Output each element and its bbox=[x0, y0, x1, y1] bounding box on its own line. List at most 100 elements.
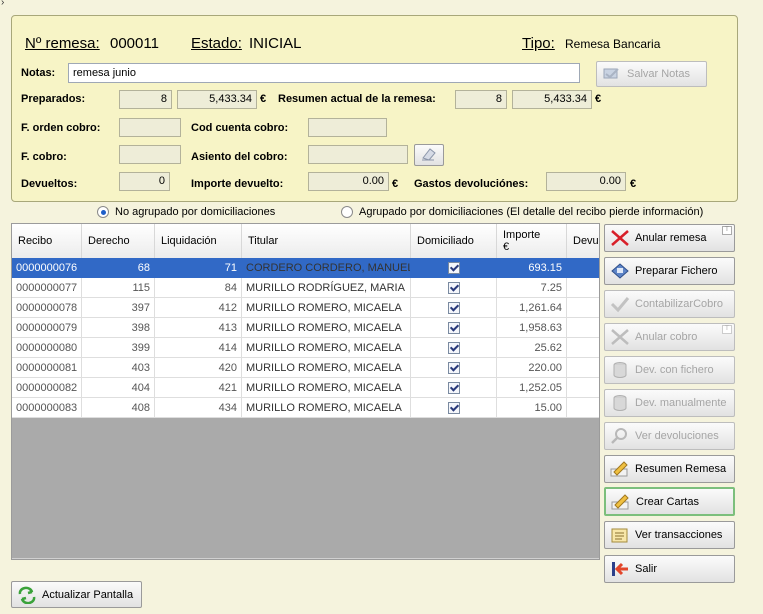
recibos-grid[interactable]: Recibo Derecho Liquidación Titular Domic… bbox=[11, 223, 600, 560]
resumen-remesa-button[interactable]: Resumen Remesa bbox=[604, 455, 735, 483]
table-row[interactable]: 0000000080 399 414 MURILLO ROMERO, MICAE… bbox=[12, 338, 599, 358]
table-row[interactable]: 0000000083 408 434 MURILLO ROMERO, MICAE… bbox=[12, 398, 599, 418]
col-importe[interactable]: Importe € bbox=[497, 224, 567, 258]
resumen-count: 8 bbox=[455, 90, 507, 109]
radio-agrupado[interactable]: Agrupado por domiciliaciones (El detalle… bbox=[341, 206, 703, 218]
cell-domiciliado bbox=[411, 338, 497, 358]
dev-manualmente-button[interactable]: Dev. manualmente bbox=[604, 389, 735, 417]
cell-domiciliado bbox=[411, 318, 497, 338]
tag-icon: T bbox=[722, 226, 732, 235]
salir-button[interactable]: Salir bbox=[604, 555, 735, 583]
table-row[interactable]: 0000000077 115 84 MURILLO RODRÍGUEZ, MAR… bbox=[12, 278, 599, 298]
table-row[interactable]: 0000000076 68 71 CORDERO CORDERO, MANUEL… bbox=[12, 258, 599, 278]
table-row[interactable]: 0000000082 404 421 MURILLO ROMERO, MICAE… bbox=[12, 378, 599, 398]
ver-devoluciones-button[interactable]: Ver devoluciones bbox=[604, 422, 735, 450]
cell-liquidacion: 414 bbox=[155, 338, 242, 358]
cell-importe: 220.00 bbox=[497, 358, 567, 378]
radio-dot-selected bbox=[97, 206, 109, 218]
cell-recibo: 0000000080 bbox=[12, 338, 82, 358]
col-domiciliado[interactable]: Domiciliado bbox=[411, 224, 497, 258]
gastos-currency: € bbox=[630, 178, 637, 190]
salir-label: Salir bbox=[635, 563, 658, 575]
f-cobro-label: F. cobro: bbox=[21, 151, 67, 163]
radio-no-agrupado[interactable]: No agrupado por domiciliaciones bbox=[97, 206, 275, 218]
resumen-remesa-label: Resumen Remesa bbox=[635, 463, 727, 475]
cell-liquidacion: 434 bbox=[155, 398, 242, 418]
pencil-note-icon bbox=[610, 492, 632, 512]
table-row[interactable]: 0000000081 403 420 MURILLO ROMERO, MICAE… bbox=[12, 358, 599, 378]
col-liquidacion[interactable]: Liquidación bbox=[155, 224, 242, 258]
table-row[interactable]: 0000000079 398 413 MURILLO ROMERO, MICAE… bbox=[12, 318, 599, 338]
horizontal-scrollbar[interactable]: ◀ ||| ▶ bbox=[12, 558, 599, 559]
asiento-clear-button[interactable] bbox=[414, 144, 444, 166]
col-derecho[interactable]: Derecho bbox=[82, 224, 155, 258]
cell-liquidacion: 412 bbox=[155, 298, 242, 318]
cell-liquidacion: 84 bbox=[155, 278, 242, 298]
system-menu-glyph: › bbox=[1, 0, 5, 8]
checkbox-domiciliado[interactable] bbox=[447, 302, 460, 314]
preparar-fichero-button[interactable]: Preparar Fichero bbox=[604, 257, 735, 285]
cell-importe: 25.62 bbox=[497, 338, 567, 358]
grid-header: Recibo Derecho Liquidación Titular Domic… bbox=[12, 224, 599, 259]
tipo-label: Tipo: bbox=[522, 35, 555, 52]
cell-titular: MURILLO ROMERO, MICAELA bbox=[242, 338, 411, 358]
eraser-icon bbox=[420, 147, 438, 164]
database-icon bbox=[609, 360, 631, 380]
preparados-label: Preparados: bbox=[21, 93, 86, 105]
col-titular[interactable]: Titular bbox=[242, 224, 411, 258]
anular-remesa-button[interactable]: Anular remesa T bbox=[604, 224, 735, 252]
col-devu[interactable]: Devu bbox=[567, 224, 599, 258]
devueltos-label: Devueltos: bbox=[21, 178, 78, 190]
remesa-info-panel: Nº remesa: 000011 Estado: INICIAL Tipo: … bbox=[11, 15, 738, 202]
notas-label: Notas: bbox=[21, 67, 56, 79]
notas-input[interactable]: remesa junio bbox=[68, 63, 580, 83]
cell-derecho: 399 bbox=[82, 338, 155, 358]
cell-devu bbox=[567, 298, 599, 318]
cell-recibo: 0000000082 bbox=[12, 378, 82, 398]
asiento-field bbox=[308, 145, 408, 164]
salvar-notas-button[interactable]: Salvar Notas bbox=[596, 61, 707, 87]
checkbox-domiciliado[interactable] bbox=[447, 402, 460, 414]
magnifier-icon bbox=[609, 426, 631, 446]
resumen-amount: 5,433.34 bbox=[512, 90, 592, 109]
gastos-label: Gastos devoluciónes: bbox=[414, 178, 529, 190]
crear-cartas-button[interactable]: Crear Cartas bbox=[604, 487, 735, 516]
checkbox-domiciliado[interactable] bbox=[447, 322, 460, 334]
cell-titular: MURILLO RODRÍGUEZ, MARIA bbox=[242, 278, 411, 298]
cell-importe: 693.15 bbox=[497, 258, 567, 278]
checkbox-domiciliado[interactable] bbox=[447, 342, 460, 354]
actualizar-pantalla-label: Actualizar Pantalla bbox=[42, 588, 134, 601]
checkbox-domiciliado[interactable] bbox=[447, 382, 460, 394]
anular-cobro-label: Anular cobro bbox=[635, 331, 698, 343]
cell-devu bbox=[567, 258, 599, 278]
checkbox-domiciliado[interactable] bbox=[447, 282, 460, 294]
cell-recibo: 0000000076 bbox=[12, 258, 82, 278]
col-recibo[interactable]: Recibo bbox=[12, 224, 82, 258]
checkbox-domiciliado[interactable] bbox=[447, 262, 460, 274]
cell-domiciliado bbox=[411, 278, 497, 298]
actualizar-pantalla-button[interactable]: Actualizar Pantalla bbox=[11, 581, 142, 608]
cell-derecho: 403 bbox=[82, 358, 155, 378]
asiento-label: Asiento del cobro: bbox=[191, 151, 288, 163]
anular-cobro-button[interactable]: Anular cobro T bbox=[604, 323, 735, 351]
contabilizar-cobro-button[interactable]: ContabilizarCobro bbox=[604, 290, 735, 318]
cell-importe: 1,261.64 bbox=[497, 298, 567, 318]
cell-domiciliado bbox=[411, 258, 497, 278]
checkbox-domiciliado[interactable] bbox=[447, 362, 460, 374]
cell-titular: MURILLO ROMERO, MICAELA bbox=[242, 358, 411, 378]
list-icon bbox=[609, 525, 631, 545]
f-orden-cobro-label: F. orden cobro: bbox=[21, 122, 101, 134]
cell-titular: MURILLO ROMERO, MICAELA bbox=[242, 318, 411, 338]
ver-transacciones-button[interactable]: Ver transacciones bbox=[604, 521, 735, 549]
cell-liquidacion: 413 bbox=[155, 318, 242, 338]
refresh-icon bbox=[16, 585, 38, 605]
dev-con-fichero-label: Dev. con fichero bbox=[635, 364, 714, 376]
cell-titular: MURILLO ROMERO, MICAELA bbox=[242, 378, 411, 398]
cell-devu bbox=[567, 278, 599, 298]
dev-manualmente-label: Dev. manualmente bbox=[635, 397, 727, 409]
importe-devuelto-label: Importe devuelto: bbox=[191, 178, 284, 190]
cod-cuenta-label: Cod cuenta cobro: bbox=[191, 122, 289, 134]
dev-con-fichero-button[interactable]: Dev. con fichero bbox=[604, 356, 735, 384]
table-row[interactable]: 0000000078 397 412 MURILLO ROMERO, MICAE… bbox=[12, 298, 599, 318]
anular-remesa-label: Anular remesa bbox=[635, 232, 707, 244]
